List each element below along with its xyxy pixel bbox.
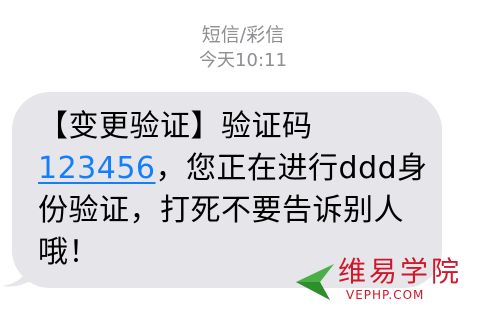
watermark-name: 维易学院 <box>338 255 463 288</box>
message-text-prefix: 【变更验证】验证码 <box>38 109 313 144</box>
message-text[interactable]: 【变更验证】验证码123456，您正在进行ddd身份验证，打死不要告诉别人哦！ <box>38 106 436 274</box>
message-type-label: 短信/彩信 <box>201 24 285 46</box>
timestamp: 今天10:11 <box>199 50 287 71</box>
watermark-url: VEPHP.COM <box>346 288 425 302</box>
conversation-header: 短信/彩信 今天10:11 <box>0 22 486 74</box>
watermark-logo-icon <box>296 264 334 300</box>
watermark: 维易学院 VEPHP.COM <box>290 256 480 308</box>
verification-code-link[interactable]: 123456 <box>38 151 156 186</box>
